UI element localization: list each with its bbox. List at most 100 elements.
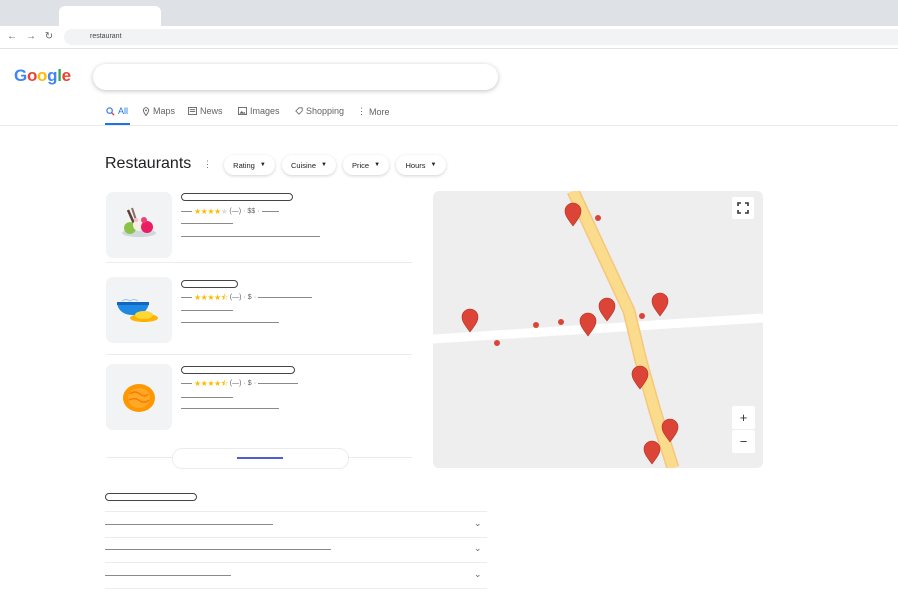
review-count: (—) bbox=[229, 380, 242, 387]
section-heading bbox=[105, 493, 197, 501]
filter-chip-cuisine[interactable]: Cuisine ▼ bbox=[282, 155, 336, 175]
faq-divider bbox=[105, 537, 487, 538]
result-divider bbox=[106, 457, 172, 458]
pasta-icon bbox=[123, 384, 155, 412]
faq-question[interactable] bbox=[105, 549, 331, 550]
review-count: (—) bbox=[229, 208, 242, 215]
tab-label: More bbox=[369, 106, 390, 117]
map-pin-icon bbox=[461, 308, 479, 333]
results-title: Restaurants bbox=[105, 155, 192, 172]
logo-letter: o bbox=[26, 66, 38, 85]
price-level: $$ bbox=[247, 208, 256, 215]
text-placeholder bbox=[181, 223, 233, 224]
star-rating: ★★★★★ bbox=[194, 207, 228, 216]
result-divider bbox=[106, 262, 412, 263]
address-bar-url: restaurant bbox=[90, 33, 122, 40]
price-level: $ bbox=[247, 294, 252, 301]
chip-label: Hours bbox=[405, 160, 426, 170]
reload-icon[interactable]: ↻ bbox=[43, 31, 55, 43]
rating-row: ★★★★⯪ (—) · $ · bbox=[181, 293, 313, 302]
tab-all[interactable]: All bbox=[106, 106, 128, 116]
google-logo[interactable]: Google bbox=[14, 66, 71, 86]
back-arrow-icon[interactable]: ← bbox=[6, 31, 18, 43]
map-pin-icon bbox=[651, 292, 669, 317]
restaurant-photo[interactable] bbox=[106, 277, 172, 343]
tab-shopping[interactable]: Shopping bbox=[295, 106, 344, 116]
fullscreen-icon bbox=[737, 202, 749, 214]
rating-row: ★★★★★ (—) · $$ · bbox=[181, 207, 279, 216]
map-canvas bbox=[433, 191, 763, 468]
faq-question[interactable] bbox=[105, 524, 273, 525]
tab-news[interactable]: News bbox=[188, 106, 223, 116]
text-placeholder bbox=[181, 322, 279, 323]
caret-down-icon: ▼ bbox=[259, 162, 266, 168]
tab-more[interactable]: ⋮ More bbox=[357, 106, 390, 117]
text-placeholder bbox=[181, 397, 233, 398]
address-bar[interactable] bbox=[64, 29, 898, 45]
faq-divider bbox=[105, 588, 487, 589]
map-pin-icon bbox=[643, 440, 661, 465]
logo-letter: e bbox=[61, 66, 71, 85]
tab-label: All bbox=[118, 106, 129, 116]
rating-row: ★★★★⯪ (—) · $ · bbox=[181, 379, 299, 388]
more-places-label bbox=[237, 457, 283, 459]
restaurant-name[interactable] bbox=[181, 366, 295, 374]
chevron-down-icon[interactable]: ⌄ bbox=[474, 518, 482, 529]
caret-down-icon: ▼ bbox=[430, 162, 437, 168]
tag-icon bbox=[295, 107, 303, 115]
map-pin-icon bbox=[564, 202, 582, 227]
faq-question[interactable] bbox=[105, 575, 231, 576]
header-divider bbox=[0, 125, 898, 126]
map-dot bbox=[533, 322, 539, 328]
restaurant-name[interactable] bbox=[181, 193, 293, 201]
tab-label: News bbox=[200, 106, 223, 116]
restaurant-photo[interactable] bbox=[106, 192, 172, 258]
restaurant-photo[interactable] bbox=[106, 364, 172, 430]
zoom-in-button[interactable]: + bbox=[732, 406, 755, 429]
search-input[interactable] bbox=[93, 64, 498, 90]
map-dot bbox=[639, 313, 645, 319]
chevron-down-icon[interactable]: ⌄ bbox=[474, 543, 482, 554]
tab-images[interactable]: Images bbox=[238, 106, 280, 116]
chip-label: Rating bbox=[233, 160, 255, 170]
map-dot bbox=[595, 215, 601, 221]
noodle-bowl-icon bbox=[117, 299, 158, 322]
tab-label: Maps bbox=[153, 106, 176, 116]
forward-arrow-icon[interactable]: → bbox=[25, 31, 37, 43]
caret-down-icon: ▼ bbox=[321, 162, 327, 168]
chevron-down-icon[interactable]: ⌄ bbox=[474, 569, 482, 580]
caret-down-icon: ▼ bbox=[374, 162, 381, 168]
faq-divider bbox=[105, 511, 487, 512]
text-placeholder bbox=[181, 408, 279, 409]
tab-maps[interactable]: Maps bbox=[142, 106, 175, 116]
fullscreen-button[interactable] bbox=[732, 197, 754, 219]
search-icon bbox=[106, 106, 115, 116]
image-icon bbox=[238, 107, 247, 115]
chip-label: Price bbox=[351, 160, 370, 170]
tab-label: Images bbox=[250, 106, 280, 116]
result-divider bbox=[106, 354, 412, 355]
map-panel[interactable] bbox=[433, 191, 763, 468]
logo-letter: G bbox=[14, 66, 27, 85]
review-count: (—) bbox=[229, 294, 242, 301]
result-divider bbox=[346, 457, 412, 458]
price-level: $ bbox=[247, 380, 252, 387]
zoom-out-button[interactable]: − bbox=[732, 430, 755, 453]
ice-cream-icon bbox=[122, 207, 156, 237]
kebab-icon: ⋮ bbox=[357, 106, 366, 116]
filter-chip-hours[interactable]: Hours ▼ bbox=[396, 155, 446, 175]
restaurant-name[interactable] bbox=[181, 280, 238, 288]
text-placeholder bbox=[181, 310, 233, 311]
text-placeholder bbox=[181, 236, 320, 237]
filter-chip-price[interactable]: Price ▼ bbox=[343, 155, 389, 175]
map-dot bbox=[494, 340, 500, 346]
logo-letter: o bbox=[37, 66, 48, 85]
star-rating: ★★★★⯪ bbox=[194, 379, 228, 388]
logo-letter: g bbox=[47, 66, 58, 85]
browser-tab[interactable] bbox=[59, 6, 161, 28]
chip-label: Cuisine bbox=[291, 160, 317, 170]
filter-chip-rating[interactable]: Rating ▼ bbox=[224, 155, 275, 175]
tab-label: Shopping bbox=[306, 106, 345, 116]
map-dot bbox=[558, 319, 564, 325]
kebab-icon[interactable]: ⋮ bbox=[203, 159, 212, 170]
